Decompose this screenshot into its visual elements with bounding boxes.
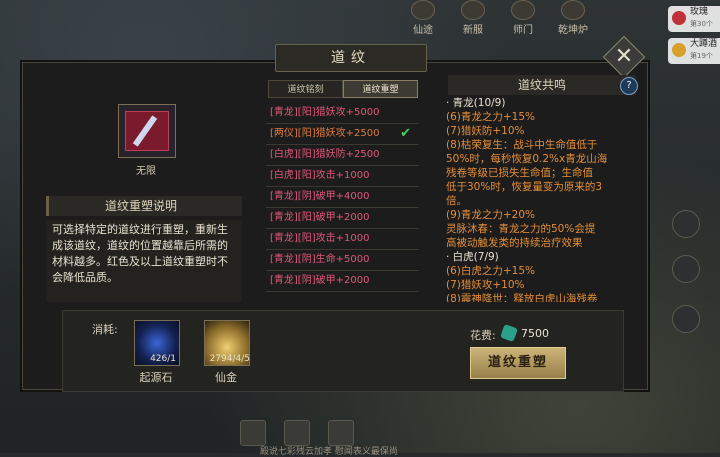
sword-item-icon — [125, 111, 169, 151]
resonance-line: 灵脉沐春：青龙之力的50%会提 — [446, 223, 596, 235]
close-x-icon: ✕ — [614, 44, 634, 69]
help-icon[interactable]: ? — [620, 77, 638, 95]
gift-count: 第30个 — [690, 20, 713, 28]
list-item[interactable]: [两仪][阳]猎妖攻+2500 ✔ — [266, 124, 419, 145]
item-name: 无限 — [136, 166, 156, 177]
tab-reshape[interactable]: 道纹重塑 — [343, 80, 418, 98]
list-item-text: [青龙][阴]破甲+4000 — [270, 191, 370, 202]
chat-scroll-text: 殿说七彩残云加孝 慰闻表义最保尚 — [260, 447, 398, 457]
resonance-text[interactable]: · 青龙(10/9) (6)青龙之力+15% (7)猎妖防+10% (8)枯荣复… — [446, 96, 636, 302]
list-item[interactable]: [白虎][阳]猎妖防+2500 — [266, 145, 419, 166]
shop-icon[interactable] — [284, 420, 310, 446]
resonance-line: 50%时，每秒恢复0.2%x青龙山海 — [446, 153, 608, 165]
fee-value: 7500 — [521, 327, 549, 340]
list-item-text: [青龙][阴]生命+5000 — [270, 254, 370, 265]
top-btn-xiantu[interactable]: 仙途 — [400, 0, 446, 36]
list-item-text: [青龙][阴]破甲+2000 — [270, 275, 370, 286]
rose-icon — [672, 11, 686, 25]
cost-label: 消耗: — [92, 323, 118, 336]
resonance-line: 低于30%时，恢复量变为原来的3 — [446, 181, 603, 193]
top-btn-new-server[interactable]: 新服 — [450, 0, 496, 36]
resonance-line: (8)震神降世：释放白虎山海残卷 — [446, 293, 598, 302]
side-circle-button[interactable] — [672, 305, 700, 333]
xiantu-icon — [411, 0, 435, 20]
material-name: 仙金 — [215, 371, 237, 384]
panel-title: 道纹 — [275, 44, 427, 72]
new-server-icon — [461, 0, 485, 20]
resonance-line: 残卷等级已损失生命值；生命值 — [446, 167, 593, 179]
mail-icon[interactable] — [240, 420, 266, 446]
material-count: 2794/4/5 — [209, 354, 250, 364]
selected-item-slot[interactable] — [118, 104, 176, 158]
list-item-text: [白虎][阳]猎妖防+2500 — [270, 149, 380, 160]
list-item-text: [两仪][阳]猎妖攻+2500 — [270, 128, 380, 139]
resonance-line: (6)白虎之力+15% — [446, 265, 536, 277]
list-item[interactable]: [青龙][阳]破甲+2000 — [266, 208, 419, 229]
furnace-icon — [561, 0, 585, 20]
list-item-text: [青龙][阳]破甲+2000 — [270, 212, 370, 223]
reshape-button[interactable]: 道纹重塑 — [470, 347, 566, 379]
hall-icon[interactable] — [328, 420, 354, 446]
gift-item-wine[interactable]: 大蹲酒第19个 — [668, 38, 720, 64]
list-item[interactable]: [青龙][阴]破甲+4000 — [266, 187, 419, 208]
resonance-line: (7)猎妖攻+10% — [446, 279, 525, 291]
wine-icon — [672, 43, 686, 57]
top-btn-label: 乾坤炉 — [558, 25, 588, 36]
list-item[interactable]: [青龙][阴]破甲+2000 — [266, 271, 419, 292]
top-btn-furnace[interactable]: 乾坤炉 — [550, 0, 596, 36]
top-btn-label: 新服 — [463, 25, 483, 36]
fee-label: 花费: — [470, 329, 496, 342]
bottom-toolbar — [240, 420, 354, 446]
tab-engrave[interactable]: 道纹铭刻 — [268, 80, 343, 98]
info-text: 可选择特定的道纹进行重塑，重新生成该道纹，道纹的位置越靠后所需的材料越多。红色及… — [46, 220, 242, 302]
resonance-line: · 青龙(10/9) — [446, 97, 506, 109]
resonance-line: 倍。 — [446, 195, 467, 207]
resonance-title: 道纹共鸣 — [448, 75, 636, 95]
list-item[interactable]: [青龙][阳]攻击+1000 — [266, 229, 419, 250]
gift-name: 玫瑰 — [690, 7, 709, 17]
list-item-text: [青龙][阳]攻击+1000 — [270, 233, 370, 244]
daowen-list[interactable]: [青龙][阳]猎妖攻+5000 [两仪][阳]猎妖攻+2500 ✔ [白虎][阳]… — [266, 103, 419, 299]
resonance-line: 高被动触发类的持续治疗效果 — [446, 237, 583, 249]
check-icon: ✔ — [400, 126, 411, 141]
mode-tabs: 道纹铭刻 道纹重塑 — [268, 80, 418, 98]
resonance-line: (7)猎妖防+10% — [446, 125, 525, 137]
material-count: 426/1 — [150, 354, 176, 364]
top-menu-bar: 仙途 新服 师门 乾坤炉 — [400, 0, 610, 36]
material-name: 起源石 — [139, 371, 173, 384]
top-btn-label: 仙途 — [413, 25, 433, 36]
side-circle-button[interactable] — [672, 210, 700, 238]
top-btn-sect[interactable]: 师门 — [500, 0, 546, 36]
top-btn-label: 师门 — [513, 25, 533, 36]
resonance-line: (8)枯荣复生：战斗中生命值低于 — [446, 139, 598, 151]
list-item-text: [青龙][阳]猎妖攻+5000 — [270, 107, 380, 118]
list-item[interactable]: [白虎][阳]攻击+1000 — [266, 166, 419, 187]
sect-icon — [511, 0, 535, 20]
list-item[interactable]: [青龙][阳]猎妖攻+5000 — [266, 103, 419, 124]
list-item-text: [白虎][阳]攻击+1000 — [270, 170, 370, 181]
resonance-line: · 白虎(7/9) — [446, 251, 499, 263]
info-title: 道纹重塑说明 — [46, 196, 242, 216]
resonance-line: (9)青龙之力+20% — [446, 209, 536, 221]
list-item[interactable]: [青龙][阴]生命+5000 — [266, 250, 419, 271]
gift-name: 大蹲酒 — [690, 39, 718, 49]
resonance-line: (6)青龙之力+15% — [446, 111, 536, 123]
gift-count: 第19个 — [690, 52, 713, 60]
yin-yang-icon[interactable] — [672, 255, 700, 283]
gift-item-rose[interactable]: 玫瑰第30个 — [668, 6, 720, 32]
side-gift-list: 玫瑰第30个 大蹲酒第19个 — [668, 6, 720, 70]
